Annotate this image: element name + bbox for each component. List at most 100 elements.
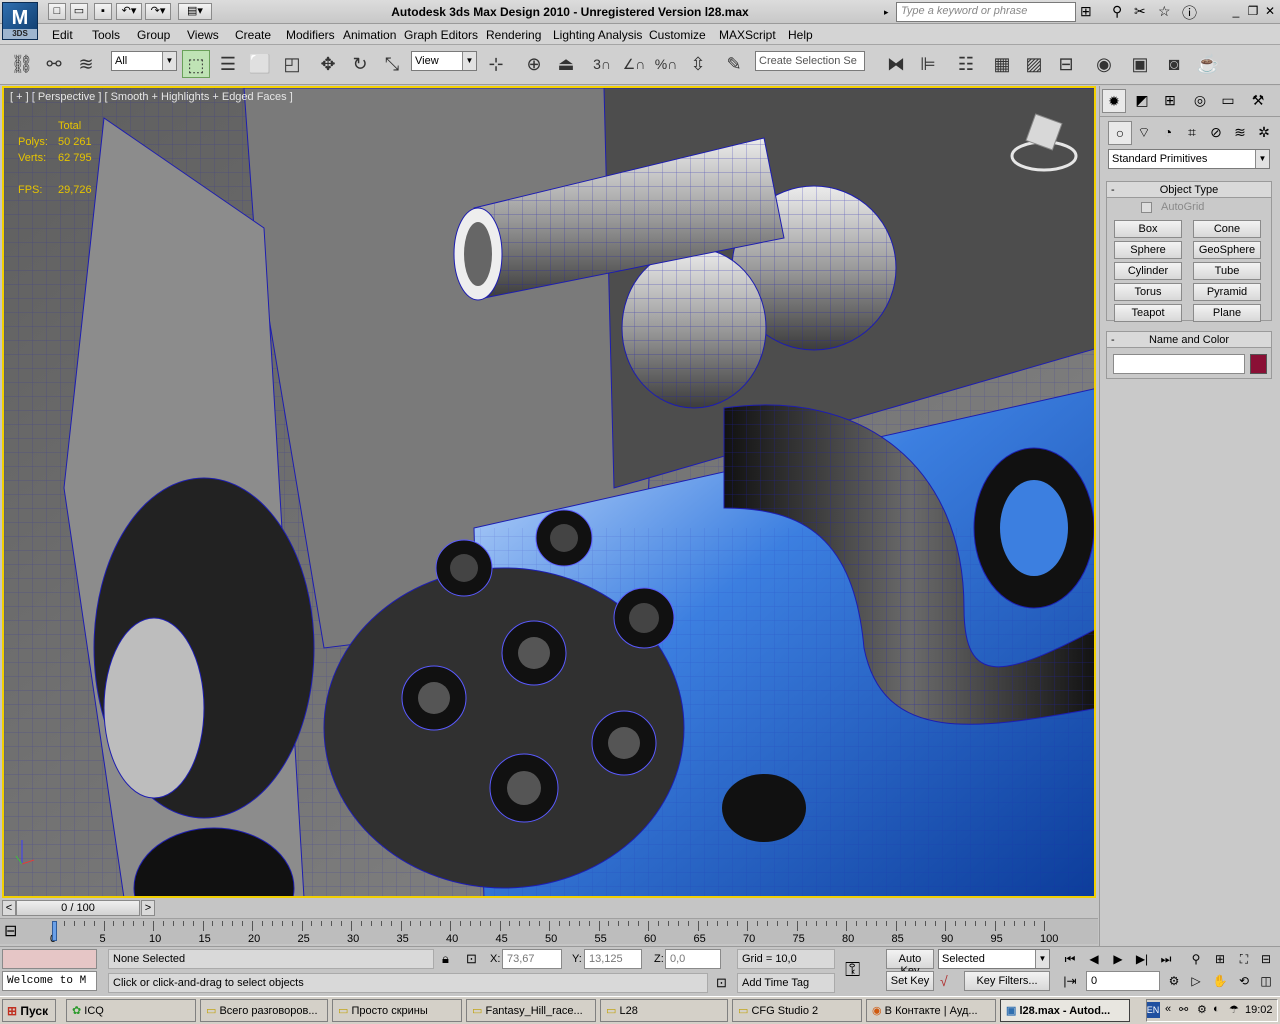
- restore-icon[interactable]: ❐: [1245, 4, 1261, 19]
- snaps-toggle-icon[interactable]: 3∩: [588, 50, 616, 78]
- play-icon[interactable]: ▶: [1108, 949, 1128, 969]
- material-editor-icon[interactable]: ◉: [1090, 50, 1118, 78]
- start-button[interactable]: ⊞ Пуск: [2, 999, 56, 1022]
- menu-edit[interactable]: Edit: [52, 28, 73, 42]
- time-tag-icon[interactable]: ⊡: [716, 975, 727, 991]
- plane-button[interactable]: Plane: [1193, 304, 1261, 322]
- task-screenshots-folder[interactable]: ▭ Просто скрины: [332, 999, 462, 1022]
- auto-key-button[interactable]: Auto Key: [886, 949, 934, 977]
- key-mode-toggle-icon[interactable]: |⇥: [1060, 971, 1080, 991]
- menu-graph-editors[interactable]: Graph Editors: [404, 28, 478, 42]
- unlink-icon[interactable]: ⚯: [40, 50, 68, 78]
- modify-tab-icon[interactable]: ◩: [1130, 89, 1154, 113]
- select-and-scale-icon[interactable]: ⤡: [378, 50, 406, 78]
- utilities-tab-icon[interactable]: ⚒: [1246, 89, 1270, 113]
- search-input[interactable]: Type a keyword or phrase: [896, 2, 1076, 22]
- select-and-link-icon[interactable]: ⛓: [8, 50, 36, 78]
- curve-editor-icon[interactable]: ▨: [1020, 50, 1048, 78]
- task-cfg-studio[interactable]: ▭ CFG Studio 2: [732, 999, 862, 1022]
- autogrid-checkbox[interactable]: [1141, 202, 1152, 213]
- menu-help[interactable]: Help: [788, 28, 813, 42]
- redo-icon[interactable]: ↷▾: [145, 3, 171, 20]
- favorites-icon[interactable]: ☆: [1158, 3, 1171, 20]
- task-icq[interactable]: ✿ ICQ: [66, 999, 196, 1022]
- tray-app-icon[interactable]: ⚙: [1197, 1003, 1207, 1016]
- task-l28-folder[interactable]: ▭ L28: [600, 999, 728, 1022]
- maximize-viewport-icon[interactable]: ◫: [1256, 971, 1276, 991]
- binoculars-icon[interactable]: ⊞: [1080, 3, 1092, 20]
- open-file-icon[interactable]: ▭: [70, 3, 88, 20]
- align-icon[interactable]: ⊫: [914, 50, 942, 78]
- tools-icon[interactable]: ✂: [1134, 3, 1146, 20]
- window-crossing-icon[interactable]: ◰: [278, 50, 306, 78]
- cone-button[interactable]: Cone: [1193, 220, 1261, 238]
- render-production-icon[interactable]: ☕: [1194, 50, 1222, 78]
- task-conversations[interactable]: ▭ Всего разговоров...: [200, 999, 328, 1022]
- rendered-frame-window-icon[interactable]: ◙: [1160, 50, 1188, 78]
- set-key-button[interactable]: Set Key: [886, 971, 934, 991]
- time-next-button[interactable]: >: [141, 900, 155, 916]
- named-selection-sets-input[interactable]: Create Selection Se: [755, 51, 865, 71]
- space-warps-icon[interactable]: ≋: [1228, 121, 1252, 145]
- object-name-input[interactable]: [1113, 354, 1245, 374]
- menu-lighting-analysis[interactable]: Lighting Analysis: [553, 28, 642, 42]
- mirror-icon[interactable]: ⧓: [882, 50, 910, 78]
- task-3ds-max[interactable]: ▣ l28.max - Autod...: [1000, 999, 1130, 1022]
- z-coordinate-input[interactable]: 0,0: [665, 949, 721, 969]
- zoom-all-icon[interactable]: ⊞: [1210, 949, 1230, 969]
- clock[interactable]: 19:02: [1245, 1004, 1273, 1016]
- x-coordinate-input[interactable]: 73,67: [502, 949, 562, 969]
- box-button[interactable]: Box: [1114, 220, 1182, 238]
- tray-security-icon[interactable]: ☂: [1229, 1003, 1239, 1016]
- display-tab-icon[interactable]: ▭: [1216, 89, 1240, 113]
- communication-center-icon[interactable]: ⚲: [1112, 3, 1122, 20]
- time-configuration-icon[interactable]: ⚙: [1164, 971, 1184, 991]
- rectangular-selection-icon[interactable]: ⬜: [246, 50, 274, 78]
- add-time-tag-button[interactable]: Add Time Tag: [737, 973, 835, 993]
- y-coordinate-input[interactable]: 13,125: [584, 949, 642, 969]
- teapot-button[interactable]: Teapot: [1114, 304, 1182, 322]
- percent-snap-icon[interactable]: %∩: [652, 50, 680, 78]
- motion-tab-icon[interactable]: ◎: [1188, 89, 1212, 113]
- graphite-ribbon-icon[interactable]: ▦: [988, 50, 1016, 78]
- absolute-mode-icon[interactable]: ⊡: [466, 951, 477, 967]
- previous-frame-icon[interactable]: ◀: [1084, 949, 1104, 969]
- track-bar[interactable]: ⊟ 05101520253035404550556065707580859095…: [0, 918, 1098, 945]
- menu-views[interactable]: Views: [187, 28, 219, 42]
- zoom-extents-all-icon[interactable]: ⊟: [1256, 949, 1276, 969]
- layer-manager-icon[interactable]: ☷: [952, 50, 980, 78]
- geosphere-button[interactable]: GeoSphere: [1193, 241, 1261, 259]
- close-icon[interactable]: ✕: [1262, 4, 1278, 19]
- primitives-dropdown[interactable]: Standard Primitives ▼: [1108, 149, 1270, 169]
- geometry-icon[interactable]: ○: [1108, 121, 1132, 145]
- orbit-icon[interactable]: ⟲: [1234, 971, 1254, 991]
- pyramid-button[interactable]: Pyramid: [1193, 283, 1261, 301]
- go-to-end-icon[interactable]: ⏭: [1156, 949, 1176, 969]
- new-file-icon[interactable]: □: [48, 3, 66, 20]
- field-of-view-icon[interactable]: ▷: [1186, 971, 1206, 991]
- menu-tools[interactable]: Tools: [92, 28, 120, 42]
- cylinder-button[interactable]: Cylinder: [1114, 262, 1182, 280]
- tray-volume-icon[interactable]: ◐: [1213, 1003, 1220, 1015]
- select-object-icon[interactable]: ⬚: [182, 50, 210, 78]
- tray-network-icon[interactable]: ⚯: [1179, 1003, 1188, 1016]
- select-and-move-icon[interactable]: ✥: [314, 50, 342, 78]
- select-and-rotate-icon[interactable]: ↻: [346, 50, 374, 78]
- save-file-icon[interactable]: ▪: [94, 3, 112, 20]
- hierarchy-tab-icon[interactable]: ⊞: [1158, 89, 1182, 113]
- menu-maxscript[interactable]: MAXScript: [719, 28, 776, 42]
- menu-rendering[interactable]: Rendering: [486, 28, 541, 42]
- object-type-header[interactable]: - Object Type: [1107, 182, 1271, 198]
- menu-customize[interactable]: Customize: [649, 28, 706, 42]
- key-mode-dropdown[interactable]: Selected ▼: [938, 949, 1050, 969]
- curve-editor-mini-icon[interactable]: ⊟: [4, 921, 44, 941]
- pivot-center-icon[interactable]: ⊹: [482, 50, 510, 78]
- bind-space-warp-icon[interactable]: ≋: [72, 50, 100, 78]
- undo-icon[interactable]: ↶▾: [116, 3, 142, 20]
- sphere-button[interactable]: Sphere: [1114, 241, 1182, 259]
- perspective-viewport[interactable]: [ + ] [ Perspective ] [ Smooth + Highlig…: [2, 86, 1096, 898]
- helpers-icon[interactable]: ⊘: [1204, 121, 1228, 145]
- key-filters-button[interactable]: Key Filters...: [964, 971, 1050, 991]
- minimize-icon[interactable]: _: [1228, 4, 1244, 19]
- selection-filter-dropdown[interactable]: All ▼: [111, 51, 177, 71]
